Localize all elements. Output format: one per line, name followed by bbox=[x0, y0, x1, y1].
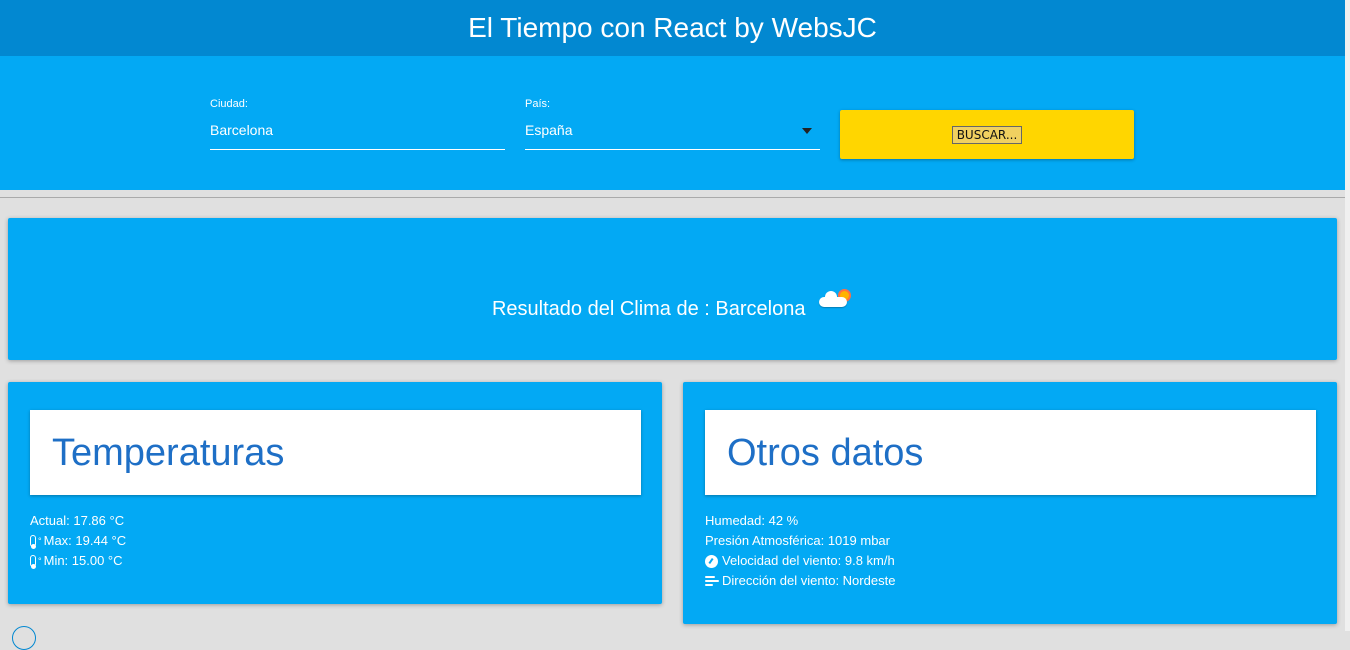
city-field[interactable]: Ciudad: Barcelona bbox=[210, 98, 505, 150]
country-underline bbox=[525, 149, 820, 150]
city-underline bbox=[210, 149, 505, 150]
app-title: El Tiempo con React by WebsJC bbox=[468, 12, 877, 43]
dropdown-arrow-icon[interactable] bbox=[802, 128, 812, 134]
country-label: País: bbox=[525, 98, 551, 110]
country-select[interactable]: País: España bbox=[525, 98, 820, 150]
wind-icon bbox=[705, 575, 719, 587]
temperatures-card: Temperaturas Actual: 17.86 °C ° Max: 19.… bbox=[8, 382, 662, 604]
partial-circle-icon bbox=[12, 626, 36, 650]
temperatures-title: Temperaturas bbox=[52, 432, 285, 474]
scrollbar[interactable] bbox=[1345, 0, 1350, 631]
thermometer-icon bbox=[30, 535, 36, 549]
search-button[interactable]: BUSCAR... bbox=[840, 110, 1134, 159]
other-data-list: Humedad: 42 % Presión Atmosférica: 1019 … bbox=[705, 511, 895, 591]
result-title: Resultado del Clima de : Barcelona bbox=[491, 298, 806, 320]
app-header: El Tiempo con React by WebsJC bbox=[0, 0, 1345, 56]
search-button-label[interactable]: BUSCAR... bbox=[951, 125, 1023, 144]
temperatures-list: Actual: 17.86 °C ° Max: 19.44 °C ° Min: … bbox=[30, 511, 126, 571]
partly-cloudy-icon bbox=[817, 289, 853, 311]
temp-max: ° Max: 19.44 °C bbox=[30, 531, 126, 551]
temp-current: Actual: 17.86 °C bbox=[30, 513, 125, 528]
city-input[interactable]: Barcelona bbox=[210, 122, 505, 138]
wind-speed: Velocidad del viento: 9.8 km/h bbox=[705, 551, 895, 571]
country-value[interactable]: España bbox=[525, 122, 820, 138]
other-data-title: Otros datos bbox=[727, 432, 924, 474]
other-data-title-box: Otros datos bbox=[705, 410, 1316, 495]
search-form: Ciudad: Barcelona País: España BUSCAR... bbox=[0, 56, 1345, 190]
temperatures-title-box: Temperaturas bbox=[30, 410, 641, 495]
speedometer-icon bbox=[705, 554, 718, 568]
pressure: Presión Atmosférica: 1019 mbar bbox=[705, 533, 890, 548]
result-heading: Resultado del Clima de : Barcelona bbox=[8, 291, 1337, 321]
divider bbox=[0, 197, 1345, 198]
wind-direction: Dirección del viento: Nordeste bbox=[705, 571, 895, 591]
thermometer-icon bbox=[30, 555, 36, 569]
city-label: Ciudad: bbox=[210, 98, 248, 110]
result-card: Resultado del Clima de : Barcelona bbox=[8, 218, 1337, 360]
temp-min: ° Min: 15.00 °C bbox=[30, 551, 126, 571]
other-data-card: Otros datos Humedad: 42 % Presión Atmosf… bbox=[683, 382, 1337, 624]
humidity: Humedad: 42 % bbox=[705, 513, 799, 528]
